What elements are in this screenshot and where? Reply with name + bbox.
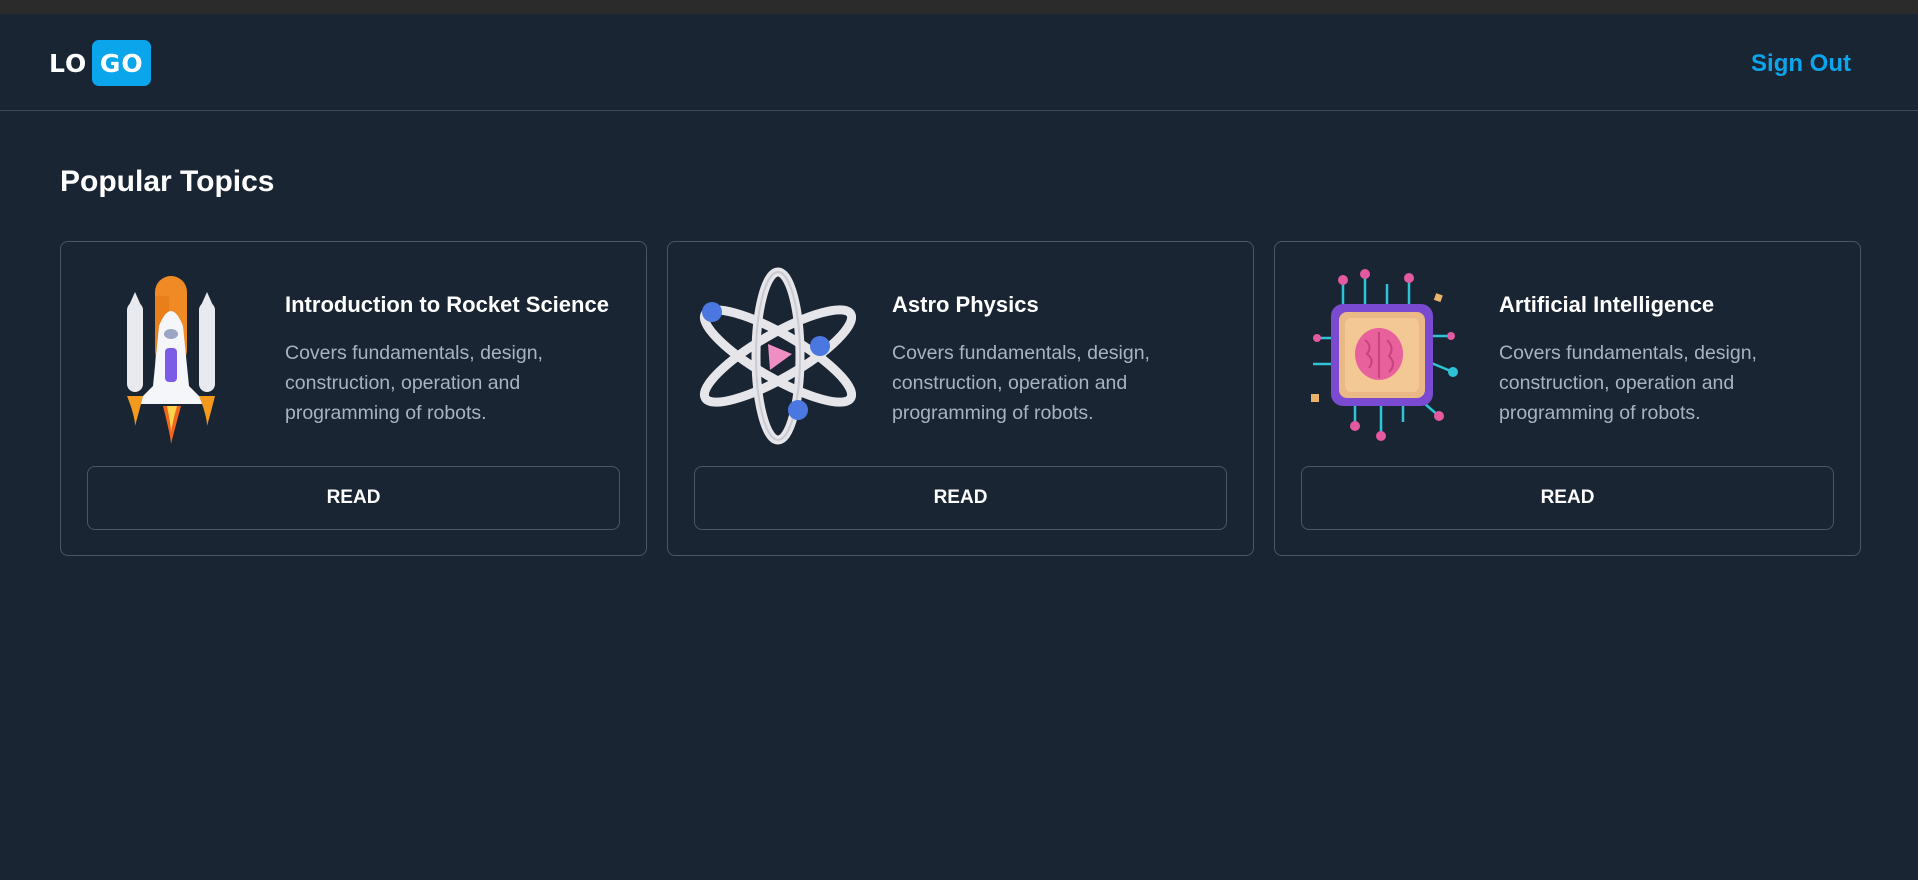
page-title: Popular Topics (60, 165, 275, 198)
card-title: Introduction to Rocket Science (285, 292, 609, 317)
card-title: Artificial Intelligence (1499, 292, 1715, 317)
logo-badge: GO (92, 40, 152, 86)
browser-top-strip (0, 0, 1918, 14)
ai-chip-icon (1303, 266, 1463, 446)
logo-text-left: LO (49, 48, 88, 78)
rocket-icon (89, 266, 249, 446)
app-header: LO GO Sign Out (0, 14, 1918, 111)
topic-card-artificial-intelligence: Artificial Intelligence Covers fundament… (1274, 241, 1861, 556)
logo[interactable]: LO GO (49, 40, 152, 86)
card-description: Covers fundamentals, design, constructio… (1499, 342, 1757, 424)
card-title: Astro Physics (892, 292, 1039, 317)
atom-icon (696, 266, 857, 446)
topic-card-rocket-science: Introduction to Rocket Science Covers fu… (60, 241, 647, 556)
card-description: Covers fundamentals, design, constructio… (892, 342, 1150, 424)
card-description: Covers fundamentals, design, constructio… (285, 342, 543, 424)
topic-card-astro-physics: Astro Physics Covers fundamentals, desig… (667, 241, 1254, 556)
sign-out-link[interactable]: Sign Out (1751, 50, 1851, 78)
read-button[interactable]: READ (694, 466, 1227, 530)
read-button[interactable]: READ (87, 466, 620, 530)
read-button[interactable]: READ (1301, 466, 1834, 530)
